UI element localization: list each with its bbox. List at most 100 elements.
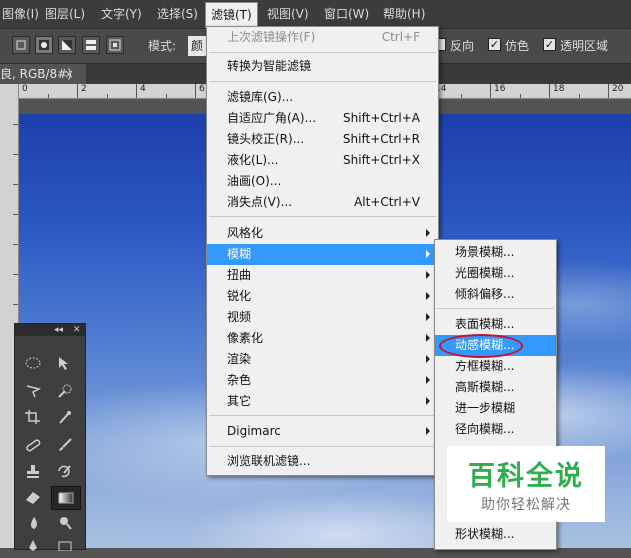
eyedropper-tool[interactable] xyxy=(51,406,79,428)
menu-item-liquify[interactable]: 液化(L)... Shift+Ctrl+X xyxy=(207,150,438,171)
dodge-tool[interactable] xyxy=(51,512,79,534)
submenu-item-iris-blur[interactable]: 光圈模糊... xyxy=(435,263,556,284)
ruler-minor-tick xyxy=(107,94,108,98)
menu-item-other[interactable]: 其它 xyxy=(207,391,438,412)
tools-panel-header[interactable]: ◂◂ ✕ xyxy=(15,324,85,336)
transparency-checkbox[interactable]: ✓ xyxy=(543,38,556,51)
collapse-icon[interactable]: ◂◂ xyxy=(54,324,63,336)
menu-item-label: 锐化 xyxy=(227,289,252,303)
close-icon[interactable]: ✕ xyxy=(73,324,81,336)
lasso-tool[interactable] xyxy=(19,380,47,402)
menu-item-label: 进一步模糊 xyxy=(455,401,516,415)
reflected-gradient-button[interactable] xyxy=(82,36,100,54)
menu-item-browse-online-filters[interactable]: 浏览联机滤镜... xyxy=(207,451,438,472)
submenu-item-box-blur[interactable]: 方框模糊... xyxy=(435,356,556,377)
menu-view[interactable]: 视图(V) xyxy=(262,0,314,28)
menu-item-stylize[interactable]: 风格化 xyxy=(207,223,438,244)
menu-item-label: 杂色 xyxy=(227,373,252,387)
brush-tool[interactable] xyxy=(51,434,79,456)
ruler-label: 2 xyxy=(81,84,87,94)
blur-tool[interactable] xyxy=(19,512,47,534)
menu-select[interactable]: 选择(S) xyxy=(152,0,203,28)
submenu-item-tilt-shift[interactable]: 倾斜偏移... xyxy=(435,284,556,305)
submenu-item-blur-more[interactable]: 进一步模糊 xyxy=(435,398,556,419)
radial-gradient-button[interactable] xyxy=(35,36,53,54)
menu-item-label: 视频 xyxy=(227,310,252,324)
type-tool[interactable] xyxy=(51,536,79,558)
menu-item-vanishing-point[interactable]: 消失点(V)... Alt+Ctrl+V xyxy=(207,192,438,213)
menu-filter[interactable]: 滤镜(T) xyxy=(205,2,258,29)
square-icon xyxy=(16,40,26,50)
menu-item-label: 消失点(V)... xyxy=(227,195,293,209)
eraser-icon xyxy=(26,492,40,504)
new-gradient-button[interactable] xyxy=(12,36,30,54)
diamond-gradient-button[interactable] xyxy=(106,36,124,54)
tools-panel: ◂◂ ✕ xyxy=(14,323,86,551)
dither-checkbox[interactable]: ✓ xyxy=(488,38,501,51)
gradient-icon xyxy=(58,492,74,504)
menu-item-filter-gallery[interactable]: 滤镜库(G)... xyxy=(207,87,438,108)
menu-item-sharpen[interactable]: 锐化 xyxy=(207,286,438,307)
submenu-item-field-blur[interactable]: 场景模糊... xyxy=(435,242,556,263)
ruler-label: 20 xyxy=(612,84,624,94)
pen-tool[interactable] xyxy=(19,536,47,558)
angle-gradient-button[interactable] xyxy=(58,36,76,54)
quick-selection-tool[interactable] xyxy=(51,380,79,402)
menu-separator xyxy=(209,52,436,53)
ruler-major-tick xyxy=(195,84,196,98)
menu-item-distort[interactable]: 扭曲 xyxy=(207,265,438,286)
menu-item-digimarc[interactable]: Digimarc xyxy=(207,421,438,442)
crop-tool[interactable] xyxy=(19,406,47,428)
submenu-item-motion-blur[interactable]: 动感模糊... xyxy=(435,334,556,358)
submenu-arrow-icon xyxy=(426,355,430,363)
elliptical-marquee-tool[interactable] xyxy=(19,352,47,374)
menu-item-noise[interactable]: 杂色 xyxy=(207,370,438,391)
submenu-item-shape-blur[interactable]: 形状模糊... xyxy=(435,524,556,545)
submenu-item-radial-blur[interactable]: 径向模糊... xyxy=(435,419,556,440)
gradient-tool[interactable] xyxy=(51,486,81,510)
menu-item-label: 扭曲 xyxy=(227,268,252,282)
healing-brush-tool[interactable] xyxy=(19,434,47,456)
menu-item-label: 方框模糊... xyxy=(455,359,515,373)
menu-help[interactable]: 帮助(H) xyxy=(378,0,430,28)
ruler-minor-tick xyxy=(48,94,49,98)
menu-item-label: 场景模糊... xyxy=(455,245,515,259)
submenu-item-surface-blur[interactable]: 表面模糊... xyxy=(435,314,556,335)
ruler-label: 18 xyxy=(553,84,565,94)
check-icon: ✓ xyxy=(489,38,500,51)
lasso-icon xyxy=(26,385,42,398)
move-tool[interactable] xyxy=(51,352,79,374)
ruler-label: 16 xyxy=(494,84,506,94)
menu-item-label: 其它 xyxy=(227,394,252,408)
ruler-label: 0 xyxy=(22,84,28,94)
menu-item-lens-correction[interactable]: 镜头校正(R)... Shift+Ctrl+R xyxy=(207,129,438,150)
clone-stamp-tool[interactable] xyxy=(19,460,47,482)
menu-layer[interactable]: 图层(L) xyxy=(40,0,90,28)
menu-item-oil-paint[interactable]: 油画(O)... xyxy=(207,171,438,192)
menu-item-adaptive-wide-angle[interactable]: 自适应广角(A)... Shift+Ctrl+A xyxy=(207,108,438,129)
history-brush-tool[interactable] xyxy=(51,460,79,482)
menu-item-convert-smart-filter[interactable]: 转换为智能滤镜 xyxy=(207,56,438,77)
menu-type[interactable]: 文字(Y) xyxy=(96,0,147,28)
document-tab[interactable]: 良, RGB/8#) × xyxy=(0,64,86,84)
menu-item-last-filter[interactable]: 上次滤镜操作(F) Ctrl+F xyxy=(207,27,438,48)
menu-item-label: 油画(O)... xyxy=(227,174,282,188)
menu-item-video[interactable]: 视频 xyxy=(207,307,438,328)
watermark-subtitle: 助你轻松解决 xyxy=(481,497,571,513)
menu-item-pixelate[interactable]: 像素化 xyxy=(207,328,438,349)
ruler-tick xyxy=(13,304,18,305)
menu-window[interactable]: 窗口(W) xyxy=(319,0,374,28)
check-icon: ✓ xyxy=(544,38,555,51)
menu-item-label: 渲染 xyxy=(227,352,252,366)
dither-label: 仿色 xyxy=(505,39,530,53)
ruler-major-tick xyxy=(549,84,550,98)
eraser-tool[interactable] xyxy=(19,486,47,508)
submenu-item-gaussian-blur[interactable]: 高斯模糊... xyxy=(435,377,556,398)
menu-image[interactable]: 图像(I) xyxy=(0,0,44,28)
ruler-label: 4 xyxy=(140,84,146,94)
submenu-arrow-icon xyxy=(426,376,430,384)
close-icon[interactable]: × xyxy=(64,64,74,84)
menu-item-render[interactable]: 渲染 xyxy=(207,349,438,370)
menu-item-blur[interactable]: 模糊 xyxy=(207,244,438,265)
menu-item-label: 动感模糊... xyxy=(455,338,515,352)
